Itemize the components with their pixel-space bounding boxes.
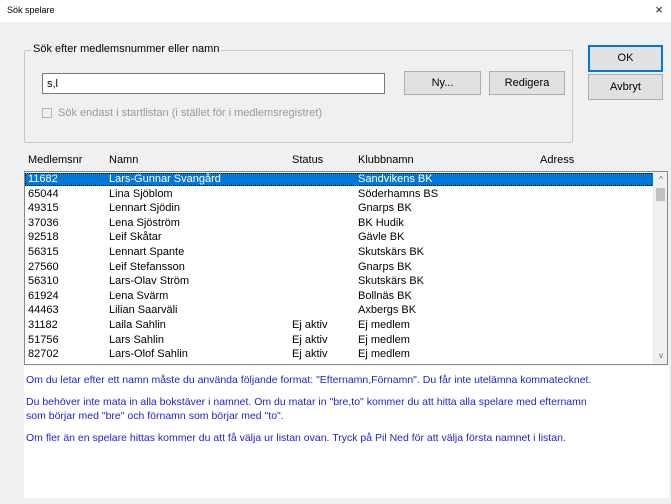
scroll-thumb[interactable] <box>656 188 665 201</box>
cell-nr: 65044 <box>28 187 59 200</box>
cell-nr: 27560 <box>28 260 59 273</box>
table-row[interactable]: 92518 Leif Skåtar Gävle BK <box>25 231 654 244</box>
cell-nr: 92518 <box>28 231 59 244</box>
cell-name: Lina Sjöblom <box>109 187 173 200</box>
column-header-adress[interactable]: Adress <box>540 154 574 166</box>
cell-name: Lennart Spante <box>109 246 185 258</box>
only-startlist-label: Sök endast i startlistan (i stället för … <box>58 107 323 119</box>
cell-nr: 37036 <box>28 216 59 229</box>
cancel-button[interactable]: Avbryt <box>588 74 663 100</box>
cell-name: Leif Stefansson <box>109 260 185 273</box>
column-header-namn[interactable]: Namn <box>109 154 138 166</box>
cell-club: Ej medlem <box>358 348 410 361</box>
player-list[interactable]: 11682 Lars-Gunnar Svangård Sandvikens BK 65… <box>24 171 668 365</box>
scroll-up-icon[interactable]: ^ <box>654 174 667 186</box>
cell-nr: 56315 <box>28 246 59 258</box>
vertical-scrollbar[interactable]: ^ v <box>653 172 667 364</box>
column-headers: Medlemsnr Namn Status Klubbnamn Adress <box>24 154 669 172</box>
cell-nr: 82702 <box>28 348 59 361</box>
table-row[interactable]: 49315 Lennart Sjödin Gnarps BK <box>25 202 654 215</box>
new-button[interactable]: Ny... <box>404 71 481 95</box>
table-row[interactable]: 27560 Leif Stefansson Gnarps BK <box>25 261 654 274</box>
cell-club: Gnarps BK <box>358 202 412 215</box>
table-row[interactable]: 65044 Lina Sjöblom Söderhamns BS <box>25 188 654 201</box>
table-row[interactable]: 31182 Laila Sahlin Ej aktiv Ej medlem <box>25 319 654 332</box>
table-row[interactable]: 37036 Lena Sjöström BK Hudik <box>25 217 654 230</box>
cell-name: Lennart Sjödin <box>109 202 180 215</box>
cell-name: Lars-Olof Sahlin <box>109 348 188 361</box>
edit-button[interactable]: Redigera <box>489 71 565 95</box>
close-icon[interactable]: × <box>651 2 667 17</box>
title-bar: Sök spelare × <box>0 0 671 22</box>
help-paragraph-select: Om fler än en spelare hittas kommer du a… <box>26 432 566 444</box>
search-player-dialog: Sök efter medlemsnummer eller namn Ny...… <box>0 22 671 504</box>
cell-nr: 44463 <box>28 304 59 317</box>
table-row[interactable]: 51756 Lars Sahlin Ej aktiv Ej medlem <box>25 334 654 347</box>
search-input[interactable] <box>42 73 385 94</box>
table-row[interactable]: 56315 Lennart Spante Skutskärs BK <box>25 246 654 259</box>
cell-club: Bollnäs BK <box>358 289 412 302</box>
cell-nr: 49315 <box>28 202 59 215</box>
table-row[interactable]: 11682 Lars-Gunnar Svangård Sandvikens BK <box>25 173 654 186</box>
cell-status: Ej aktiv <box>292 333 328 346</box>
cell-club: Skutskärs BK <box>358 275 425 288</box>
cell-status: Ej aktiv <box>292 348 328 361</box>
cell-club: Ej medlem <box>358 319 410 331</box>
ok-button[interactable]: OK <box>588 45 663 72</box>
table-row[interactable]: 44463 Lilian Saarväli Axbergs BK <box>25 304 654 317</box>
cell-club: Sandvikens BK <box>358 173 433 185</box>
cell-club: Gävle BK <box>358 231 405 244</box>
cell-club: Ej medlem <box>358 333 410 346</box>
search-group-label: Sök efter medlemsnummer eller namn <box>31 43 222 55</box>
cell-club: BK Hudik <box>358 216 404 229</box>
table-row[interactable]: 56310 Lars-Olav Ström Skutskärs BK <box>25 275 654 288</box>
cell-name: Lars Sahlin <box>109 333 165 346</box>
cell-nr: 31182 <box>28 319 58 331</box>
table-row[interactable]: 82702 Lars-Olof Sahlin Ej aktiv Ej medlem <box>25 348 654 361</box>
cell-club: Gnarps BK <box>358 260 412 273</box>
window-title: Sök spelare <box>7 5 55 15</box>
column-header-klubbnamn[interactable]: Klubbnamn <box>358 154 414 166</box>
help-text-panel: Om du letar efter ett namn måste du anvä… <box>24 366 669 498</box>
cell-status: Ej aktiv <box>292 319 328 331</box>
cell-name: Lena Svärm <box>109 289 169 302</box>
cell-nr: 56310 <box>28 275 59 288</box>
help-paragraph-partial: Du behöver inte mata in alla bokstäver i… <box>26 396 587 422</box>
cell-club: Söderhamns BS <box>358 187 439 200</box>
cell-name: Lena Sjöström <box>109 216 180 229</box>
cell-nr: 61924 <box>28 289 59 302</box>
column-header-status[interactable]: Status <box>292 154 323 166</box>
cell-name: Laila Sahlin <box>109 319 166 331</box>
cell-club: Skutskärs BK <box>358 246 425 258</box>
cell-name: Lilian Saarväli <box>109 304 178 317</box>
cell-name: Lars-Olav Ström <box>109 275 190 288</box>
scroll-down-icon[interactable]: v <box>654 350 667 362</box>
search-group: Sök efter medlemsnummer eller namn Ny...… <box>24 43 573 143</box>
cell-name: Lars-Gunnar Svangård <box>109 173 221 185</box>
cell-name: Leif Skåtar <box>109 231 162 244</box>
cell-nr: 51756 <box>28 333 59 346</box>
help-paragraph-format: Om du letar efter ett namn måste du anvä… <box>26 374 592 386</box>
cell-nr: 11682 <box>28 173 58 185</box>
column-header-medlemsnr[interactable]: Medlemsnr <box>28 154 82 166</box>
only-startlist-option: Sök endast i startlistan (i stället för … <box>42 107 322 119</box>
cell-club: Axbergs BK <box>358 304 417 317</box>
table-row[interactable]: 61924 Lena Svärm Bollnäs BK <box>25 290 654 303</box>
only-startlist-checkbox <box>42 108 52 118</box>
